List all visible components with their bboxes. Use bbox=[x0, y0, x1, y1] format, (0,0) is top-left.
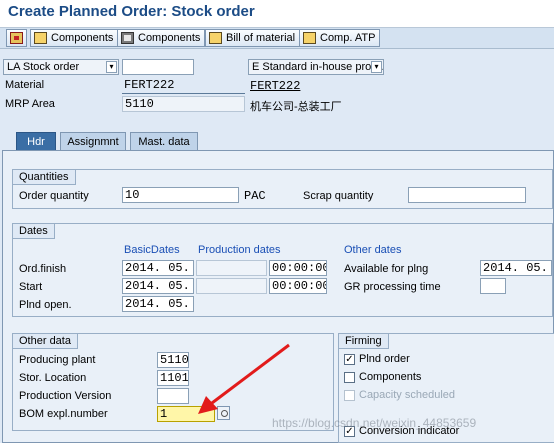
watermark-text: https://blog.csdn.net/weixin_44853659 bbox=[272, 416, 477, 430]
red-annotation-arrow bbox=[198, 343, 290, 414]
